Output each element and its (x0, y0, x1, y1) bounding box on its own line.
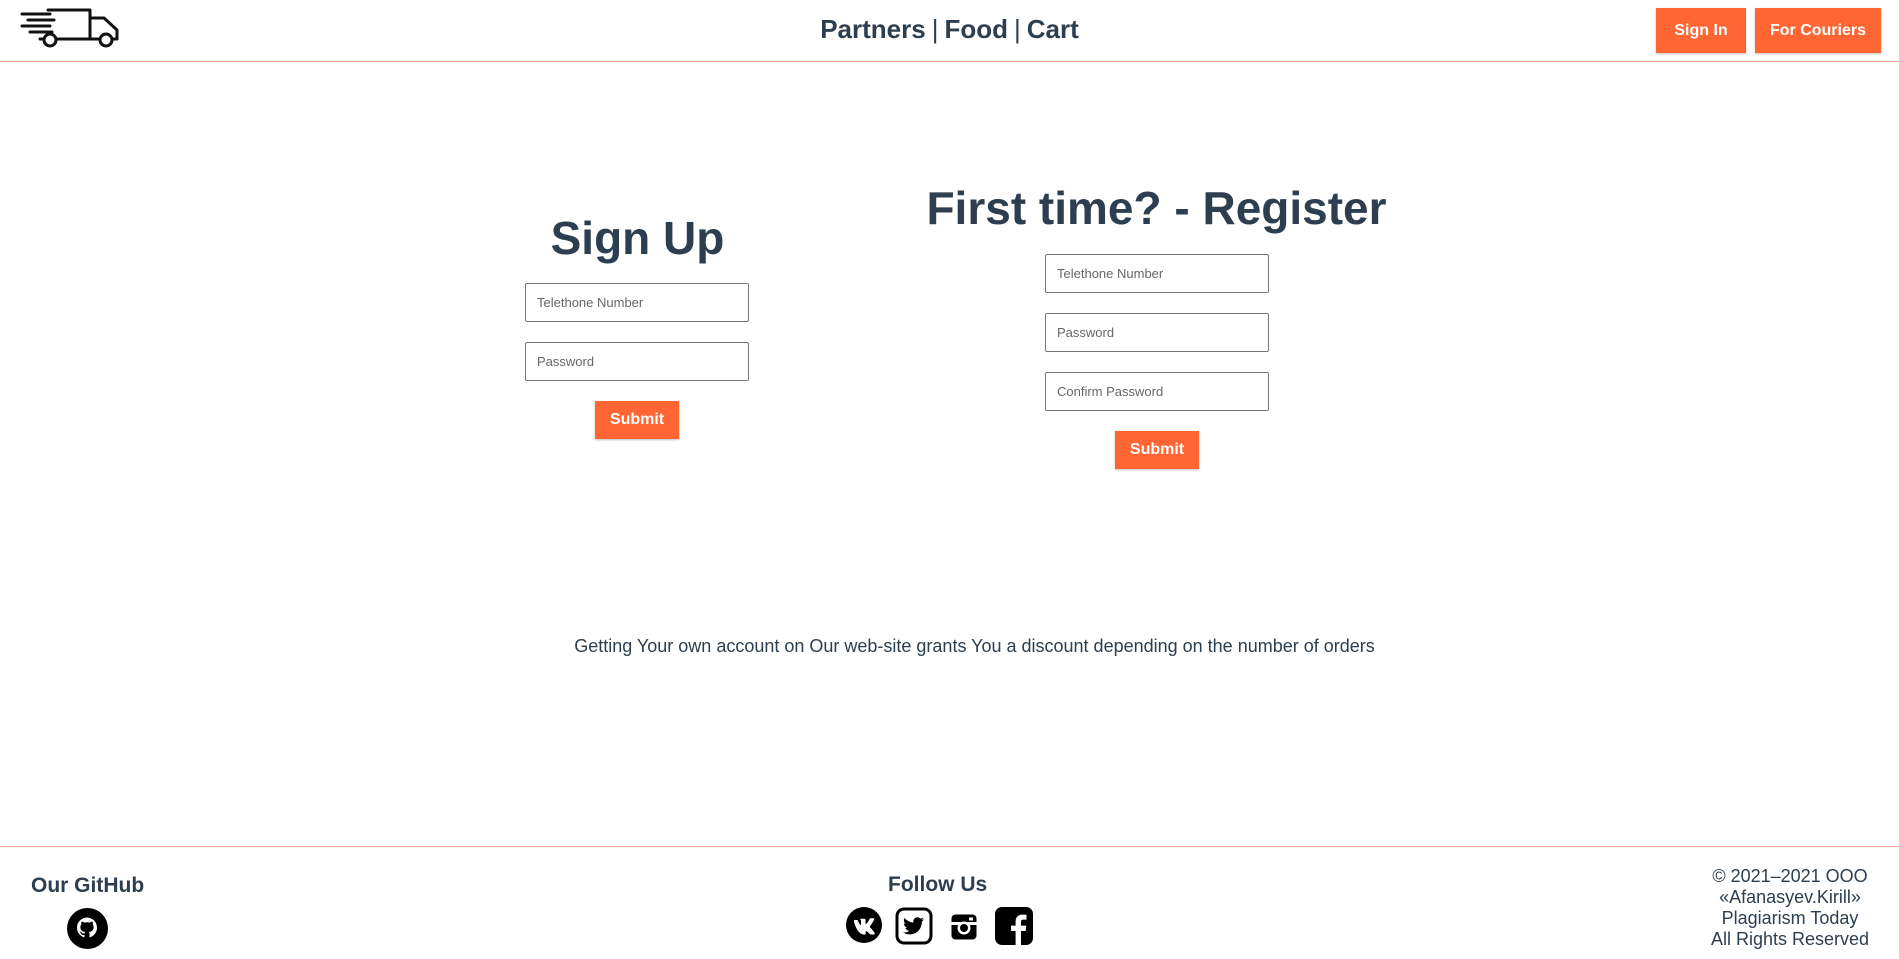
register-submit-button[interactable]: Submit (1115, 431, 1199, 469)
instagram-icon[interactable] (950, 913, 978, 941)
register-password-input[interactable] (1045, 313, 1269, 352)
sign-in-button[interactable]: Sign In (1656, 8, 1746, 53)
nav-partners[interactable]: Partners (820, 14, 926, 44)
register-phone-input[interactable] (1045, 254, 1269, 293)
facebook-icon[interactable] (994, 906, 1034, 946)
twitter-icon[interactable] (895, 907, 933, 945)
login-submit-button[interactable]: Submit (595, 401, 679, 439)
nav-separator: | (931, 14, 939, 44)
copyright-line: All Rights Reserved (1710, 929, 1870, 949)
discount-info-text: Getting Your own account on Our web-site… (574, 636, 1375, 656)
copyright-line: Plagiarism Today (1721, 908, 1859, 928)
sign-up-form: Sign Up Submit (500, 210, 775, 439)
login-phone-input[interactable] (525, 283, 749, 322)
nav-cart[interactable]: Cart (1027, 14, 1079, 44)
site-header: Partners | Food | Cart Sign In For Couriers (0, 0, 1899, 62)
main-nav: Partners | Food | Cart (0, 14, 1899, 45)
github-title: Our GitHub (31, 874, 145, 897)
register-title: First time? - Register (926, 182, 1387, 234)
follow-us-title: Follow Us (888, 873, 988, 896)
register-form: First time? - Register Submit (920, 180, 1393, 469)
nav-food[interactable]: Food (944, 14, 1008, 44)
site-footer: Our GitHub Follow Us © 2021–2021 ООО «Af… (0, 846, 1899, 959)
copyright-line: © 2021–2021 ООО (1712, 866, 1868, 886)
nav-separator: | (1014, 14, 1021, 44)
copyright-text: © 2021–2021 ООО «Afanasyev.Kirill» Plagi… (1660, 866, 1880, 950)
for-couriers-button[interactable]: For Couriers (1755, 8, 1881, 53)
sign-up-title: Sign Up (550, 212, 725, 264)
copyright-line: «Afanasyev.Kirill» (1719, 887, 1861, 907)
login-password-input[interactable] (525, 342, 749, 381)
github-icon[interactable] (67, 908, 108, 949)
vk-icon[interactable] (846, 907, 882, 943)
register-confirm-password-input[interactable] (1045, 372, 1269, 411)
